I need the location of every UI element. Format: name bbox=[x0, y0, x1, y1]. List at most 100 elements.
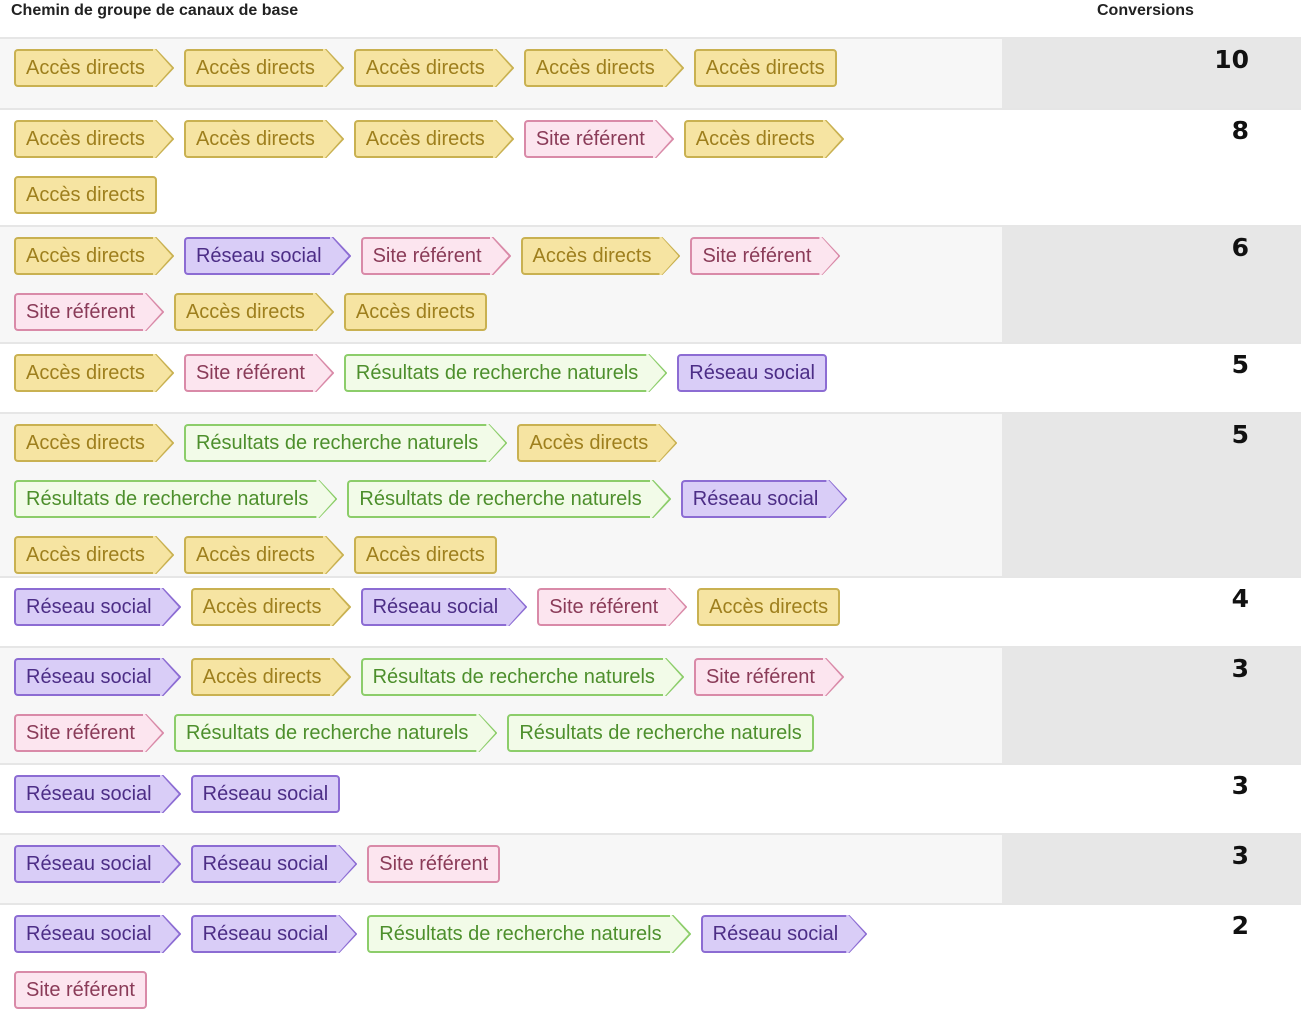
channel-step-referral[interactable]: Site référent bbox=[367, 845, 501, 883]
channel-step-direct[interactable]: Accès directs bbox=[190, 658, 351, 696]
channel-step-direct[interactable]: Accès directs bbox=[183, 536, 344, 574]
conversions-value: 3 bbox=[1231, 841, 1249, 870]
channel-step-referral[interactable]: Site référent bbox=[14, 971, 147, 1009]
table-row: Accès directs Résultats de recherche natu… bbox=[0, 412, 1301, 576]
channel-step-social[interactable]: Réseau social bbox=[677, 354, 827, 392]
channel-step-organic[interactable]: Résultats de recherche naturels bbox=[347, 480, 671, 518]
channel-step-social[interactable]: Réseau social bbox=[14, 588, 181, 626]
channel-step-organic[interactable]: Résultats de recherche naturels bbox=[14, 480, 338, 518]
arrow-tip-icon bbox=[331, 658, 351, 696]
conversions-cell: 2 bbox=[1002, 905, 1301, 1020]
arrow-tip-icon bbox=[154, 424, 174, 462]
arrow-tip-icon bbox=[324, 49, 344, 87]
arrow-tip-icon bbox=[314, 293, 334, 331]
channel-path: Réseau social Accès directs Réseau social S… bbox=[14, 588, 894, 626]
channel-step-direct[interactable]: Accès directs bbox=[353, 536, 497, 574]
arrow-tip-icon bbox=[508, 588, 528, 626]
conversions-cell: 6 bbox=[1002, 227, 1301, 342]
channel-step-referral[interactable]: Site référent bbox=[690, 237, 841, 275]
channel-step-direct[interactable]: Accès directs bbox=[14, 354, 174, 392]
arrow-tip-icon bbox=[324, 536, 344, 574]
arrow-tip-icon bbox=[668, 588, 688, 626]
table-row: Réseau social Réseau social Résultats de r… bbox=[0, 903, 1301, 1020]
channel-path: Accès directs Résultats de recherche natu… bbox=[14, 424, 894, 574]
channel-step-referral[interactable]: Site référent bbox=[523, 120, 674, 158]
channel-step-referral[interactable]: Site référent bbox=[360, 237, 511, 275]
arrow-tip-icon bbox=[648, 354, 668, 392]
channel-step-social[interactable]: Réseau social bbox=[14, 775, 181, 813]
channel-path: Réseau social Réseau social bbox=[14, 775, 894, 813]
arrow-tip-icon bbox=[161, 658, 181, 696]
channel-step-social[interactable]: Réseau social bbox=[14, 915, 181, 953]
channel-path: Accès directs Site référent Résultats de r… bbox=[14, 354, 894, 392]
channel-step-referral[interactable]: Site référent bbox=[537, 588, 688, 626]
conversions-value: 3 bbox=[1231, 654, 1249, 683]
arrow-tip-icon bbox=[488, 424, 508, 462]
channel-step-direct[interactable]: Accès directs bbox=[697, 588, 841, 626]
channel-step-organic[interactable]: Résultats de recherche naturels bbox=[360, 658, 684, 696]
channel-step-direct[interactable]: Accès directs bbox=[14, 424, 174, 462]
channel-step-social[interactable]: Réseau social bbox=[190, 915, 358, 953]
channel-step-direct[interactable]: Accès directs bbox=[353, 120, 514, 158]
arrow-tip-icon bbox=[144, 293, 164, 331]
channel-step-direct[interactable]: Accès directs bbox=[14, 49, 174, 87]
arrow-tip-icon bbox=[154, 536, 174, 574]
arrow-tip-icon bbox=[338, 915, 358, 953]
arrow-tip-icon bbox=[154, 237, 174, 275]
channel-step-organic[interactable]: Résultats de recherche naturels bbox=[183, 424, 508, 462]
channel-step-social[interactable]: Réseau social bbox=[680, 480, 848, 518]
conversions-value: 8 bbox=[1231, 116, 1249, 145]
conversions-value: 4 bbox=[1231, 584, 1249, 613]
channel-step-referral[interactable]: Site référent bbox=[183, 354, 334, 392]
conversions-value: 6 bbox=[1231, 233, 1249, 262]
channel-step-social[interactable]: Réseau social bbox=[14, 845, 181, 883]
channel-step-direct[interactable]: Accès directs bbox=[190, 588, 351, 626]
channel-step-direct[interactable]: Accès directs bbox=[523, 49, 684, 87]
path-column-header[interactable]: Chemin de groupe de canaux de base bbox=[11, 2, 298, 20]
channel-step-social[interactable]: Réseau social bbox=[190, 845, 358, 883]
channel-step-organic[interactable]: Résultats de recherche naturels bbox=[367, 915, 691, 953]
channel-step-social[interactable]: Réseau social bbox=[190, 775, 341, 813]
channel-step-direct[interactable]: Accès directs bbox=[343, 293, 487, 331]
arrow-tip-icon bbox=[654, 120, 674, 158]
channel-step-direct[interactable]: Accès directs bbox=[520, 237, 681, 275]
channel-step-direct[interactable]: Accès directs bbox=[14, 536, 174, 574]
conversions-column-header[interactable]: Conversions bbox=[1097, 2, 1194, 20]
arrow-tip-icon bbox=[154, 354, 174, 392]
channel-step-direct[interactable]: Accès directs bbox=[173, 293, 334, 331]
channel-step-direct[interactable]: Accès directs bbox=[353, 49, 514, 87]
channel-step-direct[interactable]: Accès directs bbox=[683, 120, 844, 158]
channel-step-direct[interactable]: Accès directs bbox=[14, 237, 174, 275]
channel-step-direct[interactable]: Accès directs bbox=[183, 120, 344, 158]
channel-step-organic[interactable]: Résultats de recherche naturels bbox=[507, 714, 814, 752]
channel-step-social[interactable]: Réseau social bbox=[360, 588, 528, 626]
channel-step-organic[interactable]: Résultats de recherche naturels bbox=[343, 354, 668, 392]
channel-step-referral[interactable]: Site référent bbox=[693, 658, 844, 696]
arrow-tip-icon bbox=[491, 237, 511, 275]
channel-step-referral[interactable]: Site référent bbox=[14, 293, 164, 331]
arrow-tip-icon bbox=[331, 588, 351, 626]
conversions-value: 5 bbox=[1231, 350, 1249, 379]
channel-step-social[interactable]: Réseau social bbox=[183, 237, 351, 275]
table-row: Accès directs Site référent Résultats de r… bbox=[0, 342, 1301, 412]
table-row: Réseau social Réseau social 3 bbox=[0, 763, 1301, 833]
arrow-tip-icon bbox=[314, 354, 334, 392]
table-row: Accès directs Réseau social Site référent A… bbox=[0, 225, 1301, 342]
arrow-tip-icon bbox=[331, 237, 351, 275]
arrow-tip-icon bbox=[658, 424, 678, 462]
arrow-tip-icon bbox=[651, 480, 671, 518]
conversions-cell: 3 bbox=[1002, 765, 1301, 833]
arrow-tip-icon bbox=[824, 658, 844, 696]
arrow-tip-icon bbox=[318, 480, 338, 518]
channel-step-organic[interactable]: Résultats de recherche naturels bbox=[173, 714, 498, 752]
conversions-value: 2 bbox=[1231, 911, 1249, 940]
channel-step-direct[interactable]: Accès directs bbox=[693, 49, 837, 87]
channel-step-social[interactable]: Réseau social bbox=[14, 658, 181, 696]
channel-step-direct[interactable]: Accès directs bbox=[183, 49, 344, 87]
channel-step-direct[interactable]: Accès directs bbox=[14, 120, 174, 158]
channel-step-direct[interactable]: Accès directs bbox=[517, 424, 678, 462]
channel-path: Accès directs Accès directs Accès directs A… bbox=[14, 49, 894, 87]
channel-step-referral[interactable]: Site référent bbox=[14, 714, 164, 752]
channel-step-direct[interactable]: Accès directs bbox=[14, 176, 157, 214]
channel-step-social[interactable]: Réseau social bbox=[700, 915, 868, 953]
